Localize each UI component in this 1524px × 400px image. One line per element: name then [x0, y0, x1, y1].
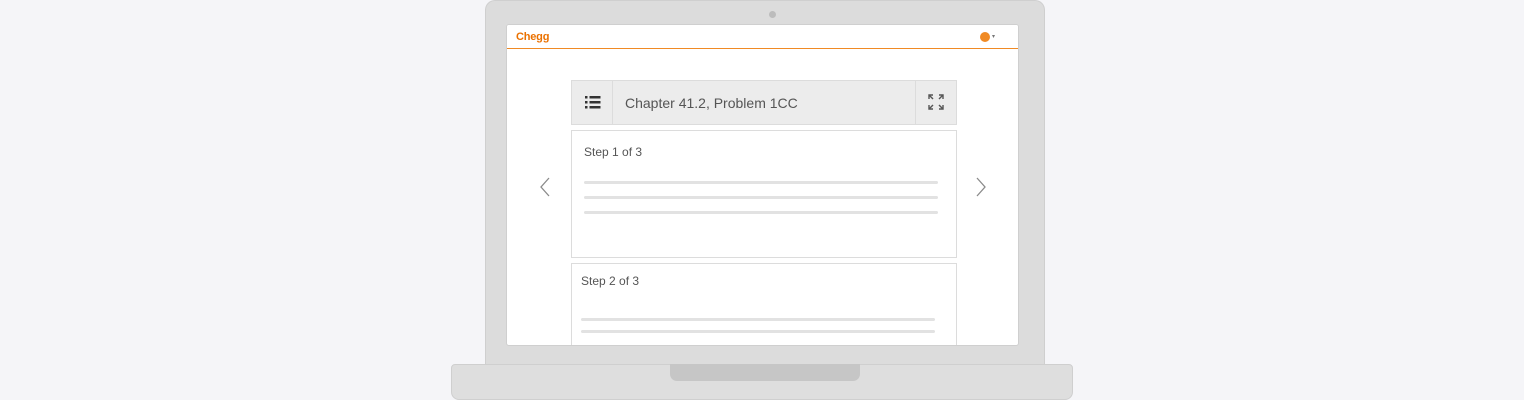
- caret-down-icon: ▾: [992, 34, 996, 40]
- step-label: Step 2 of 3: [581, 274, 640, 288]
- expand-button[interactable]: [915, 81, 956, 124]
- chegg-logo[interactable]: Chegg: [516, 31, 549, 43]
- placeholder-text-line: [581, 318, 935, 321]
- top-bar: Chegg ▾: [507, 25, 1018, 49]
- laptop-illustration: Chegg ▾ Chapter 41.2, Problem 1CC Step 1…: [0, 0, 1524, 400]
- placeholder-text-line: [584, 181, 938, 184]
- step-card: Step 1 of 3: [571, 130, 957, 258]
- table-of-contents-button[interactable]: [572, 81, 613, 124]
- chevron-right-icon: [976, 177, 986, 197]
- expand-icon: [928, 94, 944, 110]
- laptop-notch: [670, 364, 860, 381]
- step-card: Step 2 of 3: [571, 263, 957, 345]
- chevron-left-icon: [540, 177, 550, 197]
- chapter-problem-title: Chapter 41.2, Problem 1CC: [625, 95, 798, 111]
- next-button[interactable]: [971, 172, 991, 202]
- placeholder-text-line: [584, 196, 938, 199]
- step-label: Step 1 of 3: [584, 145, 643, 159]
- list-icon: [585, 96, 601, 109]
- laptop-screen: Chegg ▾ Chapter 41.2, Problem 1CC Step 1…: [506, 24, 1019, 346]
- placeholder-text-line: [581, 330, 935, 333]
- placeholder-text-line: [584, 211, 938, 214]
- camera-dot: [769, 11, 776, 18]
- avatar-icon: [980, 32, 990, 42]
- solution-header: Chapter 41.2, Problem 1CC: [571, 80, 957, 125]
- previous-button[interactable]: [535, 172, 555, 202]
- user-menu[interactable]: ▾: [980, 32, 1002, 44]
